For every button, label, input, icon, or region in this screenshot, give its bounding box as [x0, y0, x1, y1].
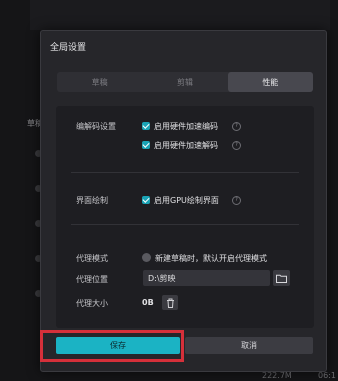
- dialog-title: 全局设置: [50, 43, 87, 53]
- tab-performance[interactable]: 性能: [227, 72, 313, 92]
- gpu-render-label: 启用GPU绘制界面: [154, 196, 219, 205]
- proxy-size-value: 0B: [142, 298, 154, 307]
- info-icon[interactable]: ?: [232, 196, 241, 205]
- trash-icon: [166, 298, 174, 308]
- codec-settings-label: 编解码设置: [76, 122, 116, 131]
- gpu-render-checkbox[interactable]: [142, 196, 150, 204]
- info-icon[interactable]: ?: [232, 122, 241, 131]
- proxy-location-label: 代理位置: [76, 275, 108, 284]
- background-duration: 06:1: [318, 371, 336, 380]
- divider: [71, 224, 299, 225]
- folder-icon: [276, 274, 287, 283]
- tab-drafts[interactable]: 草稿: [57, 72, 142, 92]
- cancel-button[interactable]: 取消: [185, 337, 313, 354]
- hw-encode-checkbox[interactable]: [142, 122, 150, 130]
- proxy-mode-option-label: 新建草稿时，默认开启代理模式: [155, 254, 267, 263]
- tab-editing[interactable]: 剪辑: [142, 72, 227, 92]
- hw-encode-label: 启用硬件加速编码: [154, 122, 218, 131]
- proxy-size-label: 代理大小: [76, 299, 108, 308]
- hw-decode-label: 启用硬件加速解码: [154, 141, 218, 150]
- proxy-mode-toggle[interactable]: [142, 253, 151, 262]
- background-file-size: 222.7M: [262, 371, 292, 380]
- clear-proxy-button[interactable]: [162, 295, 178, 310]
- hw-decode-checkbox[interactable]: [142, 141, 150, 149]
- ui-render-label: 界面绘制: [76, 196, 108, 205]
- folder-browse-button[interactable]: [273, 270, 290, 286]
- proxy-location-field[interactable]: D:\剪映: [143, 270, 270, 286]
- proxy-mode-label: 代理模式: [76, 254, 108, 263]
- info-icon[interactable]: ?: [232, 141, 241, 150]
- settings-tabs: 草稿 剪辑 性能: [57, 72, 313, 92]
- background-header: [30, 0, 330, 30]
- save-button-highlight-box: [40, 330, 184, 362]
- divider: [71, 172, 299, 173]
